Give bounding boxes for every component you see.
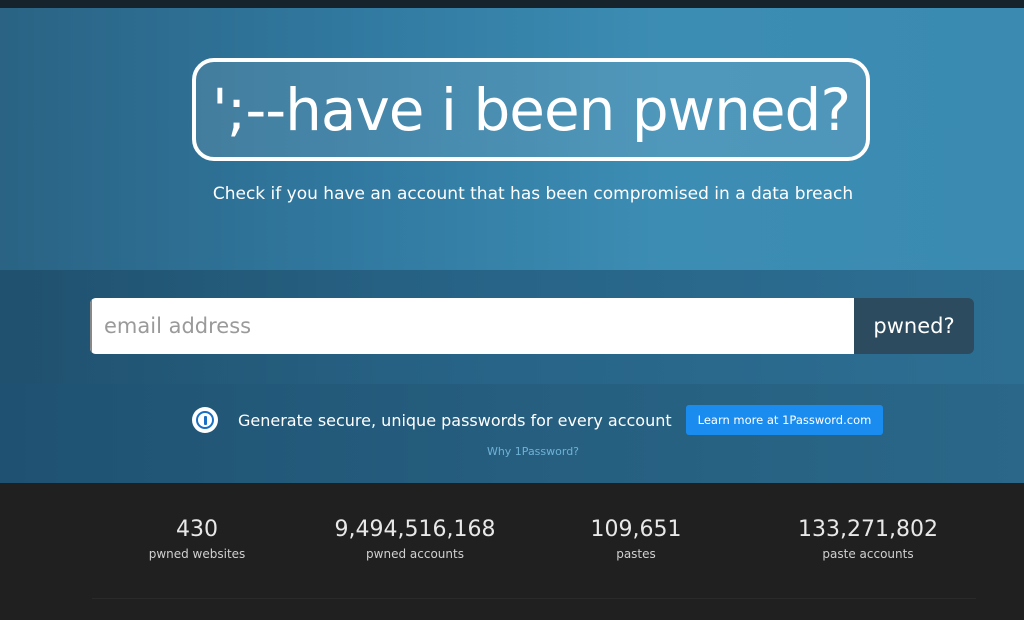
- why-1password-label[interactable]: Why 1Password?: [487, 445, 579, 458]
- stat-pwned-accounts: 9,494,516,168 pwned accounts: [335, 516, 496, 561]
- tagline: Check if you have an account that has be…: [212, 184, 854, 204]
- site-logo[interactable]: ';--have i been pwned?: [192, 58, 870, 161]
- pwned-button[interactable]: pwned?: [854, 298, 974, 354]
- search-form: pwned?: [90, 298, 974, 354]
- stat-label: pastes: [616, 547, 656, 561]
- stat-label: pwned accounts: [366, 547, 464, 561]
- stat-value: 430: [176, 517, 218, 542]
- stat-paste-accounts: 133,271,802 paste accounts: [798, 516, 938, 561]
- stat-label: paste accounts: [822, 547, 914, 561]
- stat-pwned-websites: 430 pwned websites: [149, 516, 246, 561]
- promo-row: Generate secure, unique passwords for ev…: [192, 404, 884, 436]
- stat-pastes: 109,651 pastes: [591, 516, 682, 561]
- promo-text: Generate secure, unique passwords for ev…: [238, 410, 672, 430]
- stat-value: 9,494,516,168: [334, 517, 496, 542]
- stat-value: 133,271,802: [798, 517, 938, 542]
- email-input[interactable]: [90, 298, 854, 354]
- learn-more-button[interactable]: Learn more at 1Password.com: [685, 405, 884, 435]
- divider: [92, 598, 976, 599]
- top-strip: [0, 0, 1024, 8]
- stat-label: pwned websites: [148, 547, 246, 561]
- 1password-icon: [192, 407, 218, 433]
- why-1password-link[interactable]: Why 1Password?: [0, 445, 1024, 458]
- stat-value: 109,651: [590, 517, 682, 542]
- logo-text: ';--have i been pwned?: [211, 75, 851, 144]
